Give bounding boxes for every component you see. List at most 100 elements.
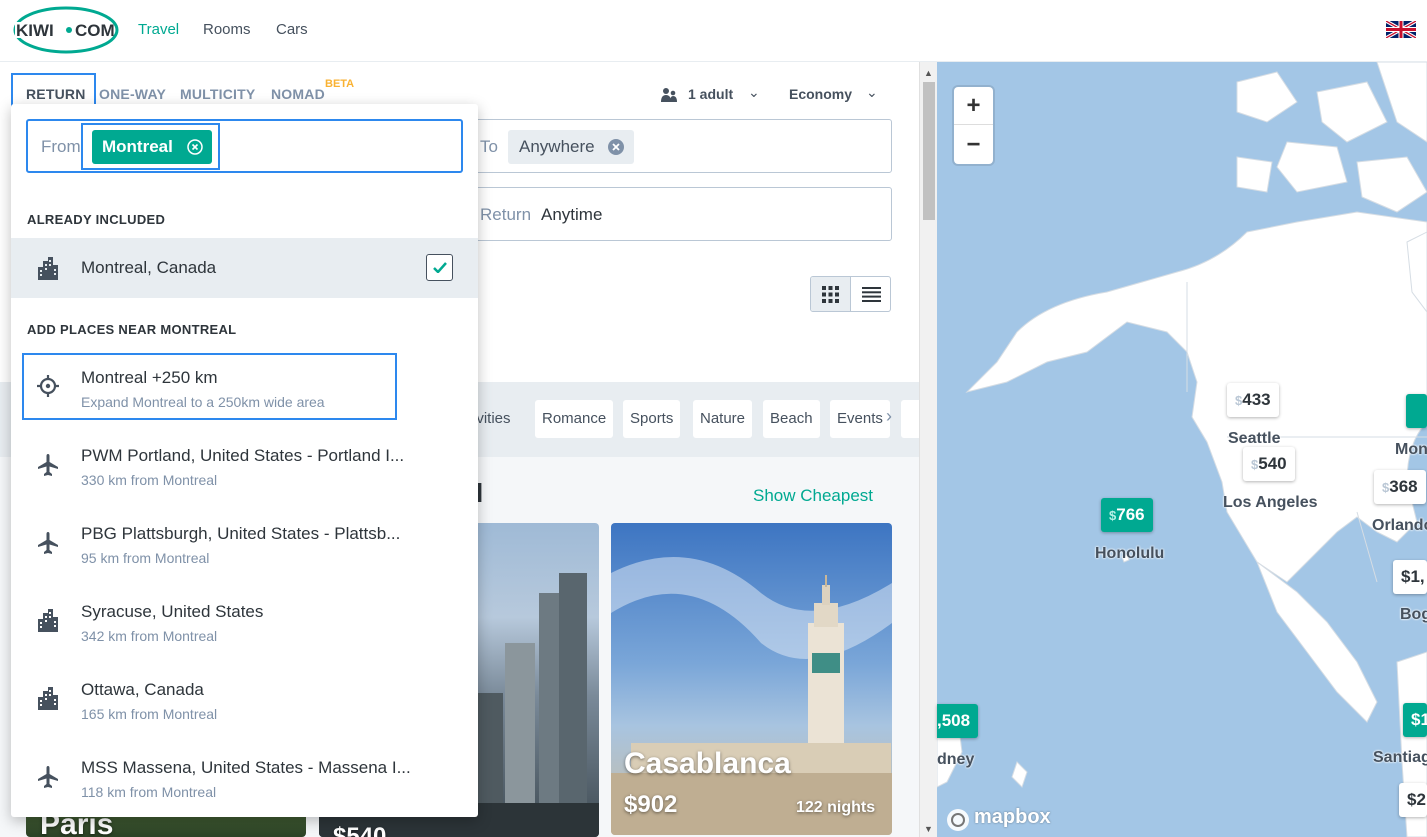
check-icon xyxy=(433,262,447,273)
place-title: PBG Plattsburgh, United States - Plattsb… xyxy=(81,524,401,543)
included-checkbox[interactable] xyxy=(426,254,453,281)
map-pin-partial[interactable]: $2 xyxy=(1399,783,1427,817)
passengers-icon xyxy=(661,88,677,102)
radius-option-highlight xyxy=(22,353,397,420)
already-included-title: ALREADY INCLUDED xyxy=(27,212,166,227)
pin-price: 433 xyxy=(1242,390,1271,409)
map-city-seattle: Seattle xyxy=(1228,430,1281,447)
add-places-title: ADD PLACES NEAR MONTREAL xyxy=(27,322,237,337)
panel-scrollbar[interactable]: ▲ ▼ xyxy=(919,62,937,837)
category-nature[interactable]: Nature xyxy=(693,400,753,438)
card-nights: 122 nights xyxy=(796,799,876,816)
map-city-bogota: Bog xyxy=(1400,606,1427,623)
map-pin-seattle[interactable]: $433 xyxy=(1227,383,1279,417)
category-events[interactable]: Events xyxy=(830,400,890,438)
place-subtitle: 95 km from Montreal xyxy=(81,550,210,566)
map-city-los-angeles: Los Angeles xyxy=(1223,494,1318,511)
map-pin-sydney[interactable]: ,508 xyxy=(937,704,979,738)
scroll-up-icon[interactable]: ▲ xyxy=(924,68,933,78)
place-item[interactable] xyxy=(11,588,478,660)
nav-cars[interactable]: Cars xyxy=(276,21,308,38)
zoom-out-button[interactable]: − xyxy=(954,126,993,164)
map-pin-orlando[interactable]: $368 xyxy=(1374,470,1426,504)
city-icon xyxy=(38,609,58,632)
scroll-down-icon[interactable]: ▼ xyxy=(924,824,933,834)
category-sports[interactable]: Sports xyxy=(623,400,681,438)
map-city-sydney: dney xyxy=(937,751,975,768)
plane-icon xyxy=(38,454,58,476)
place-title: Syracuse, United States xyxy=(81,602,264,621)
city-icon xyxy=(38,687,58,710)
map-city-montreal: Mon xyxy=(1395,441,1427,458)
card-price: $902 xyxy=(624,791,678,818)
place-title: MSS Massena, United States - Massena I..… xyxy=(81,758,411,777)
place-title: Ottawa, Canada xyxy=(81,680,204,699)
grid-view-button[interactable] xyxy=(811,277,851,311)
beta-badge: BETA xyxy=(325,78,355,90)
to-label: To xyxy=(480,137,498,156)
view-toggle xyxy=(810,276,891,312)
map-pin-partial[interactable]: $1, xyxy=(1393,560,1427,594)
map-pin-montreal[interactable] xyxy=(1406,394,1427,428)
map-pin-partial[interactable]: $1 xyxy=(1403,703,1427,737)
pin-price: 368 xyxy=(1389,477,1418,496)
map-pin-honolulu[interactable]: $766 xyxy=(1101,498,1153,532)
included-item-label: Montreal, Canada xyxy=(81,258,217,277)
place-item[interactable] xyxy=(11,744,478,816)
pin-price: 540 xyxy=(1258,454,1287,473)
zoom-control: + − xyxy=(954,87,993,164)
scroll-thumb[interactable] xyxy=(923,82,935,220)
mapbox-text: mapbox xyxy=(974,806,1051,828)
kiwi-logo[interactable]: KIWI COM xyxy=(13,6,119,54)
from-label: From xyxy=(41,137,81,156)
map[interactable] xyxy=(937,62,1427,837)
mapbox-icon xyxy=(947,809,969,831)
zoom-in-button[interactable]: + xyxy=(954,87,993,125)
nav-travel[interactable]: Travel xyxy=(138,21,179,38)
pin-price: 766 xyxy=(1116,505,1145,524)
map-city-honolulu: Honolulu xyxy=(1095,545,1165,562)
destination-card-casablanca[interactable]: Casablanca $902 122 nights xyxy=(611,523,892,835)
plane-icon xyxy=(38,532,58,554)
category-partial[interactable] xyxy=(901,400,920,438)
place-item[interactable] xyxy=(11,432,478,504)
place-item[interactable] xyxy=(11,666,478,738)
map-pin-los-angeles[interactable]: $540 xyxy=(1243,447,1295,481)
card-city: Casablanca xyxy=(624,747,791,780)
logo-text-kiwi: KIWI xyxy=(16,21,54,40)
to-chip[interactable]: Anywhere xyxy=(508,130,634,164)
logo-text-com: COM xyxy=(75,21,115,40)
map-city-orlando: Orlando xyxy=(1372,517,1427,534)
tab-multicity[interactable]: MULTICITY xyxy=(180,86,255,102)
show-cheapest-link[interactable]: Show Cheapest xyxy=(753,486,873,506)
map-land xyxy=(937,62,1427,837)
return-date-field[interactable] xyxy=(470,187,892,241)
remove-icon[interactable] xyxy=(608,139,624,155)
list-view-button[interactable] xyxy=(852,277,890,311)
city-icon xyxy=(38,257,58,280)
category-beach[interactable]: Beach xyxy=(763,400,820,438)
card-image xyxy=(611,557,892,835)
nav-rooms[interactable]: Rooms xyxy=(203,21,251,38)
place-subtitle: 342 km from Montreal xyxy=(81,628,218,644)
chevron-down-icon: ⌄ xyxy=(866,84,878,100)
place-subtitle: 330 km from Montreal xyxy=(81,472,218,488)
tab-one-way[interactable]: ONE-WAY xyxy=(99,86,166,102)
place-subtitle: 118 km from Montreal xyxy=(81,784,217,800)
grid-icon xyxy=(822,286,839,303)
top-header: KIWI COM Travel Rooms Cars xyxy=(0,0,1427,62)
plane-icon xyxy=(38,766,58,788)
passengers-select[interactable]: 1 adult xyxy=(688,86,733,102)
place-item[interactable] xyxy=(11,510,478,582)
chevron-down-icon: ⌄ xyxy=(748,84,760,100)
pin-price: ,508 xyxy=(937,711,971,730)
to-chip-label: Anywhere xyxy=(519,137,595,156)
tab-nomad[interactable]: NOMAD xyxy=(271,86,325,102)
chevron-right-icon[interactable]: › xyxy=(886,406,892,427)
place-subtitle: 165 km from Montreal xyxy=(81,706,218,722)
category-romance[interactable]: Romance xyxy=(535,400,614,438)
cabin-select[interactable]: Economy xyxy=(789,86,852,102)
from-chip-highlight xyxy=(81,123,220,170)
uk-flag-icon[interactable] xyxy=(1386,21,1416,38)
map-city-santiago: Santiag xyxy=(1373,749,1427,766)
